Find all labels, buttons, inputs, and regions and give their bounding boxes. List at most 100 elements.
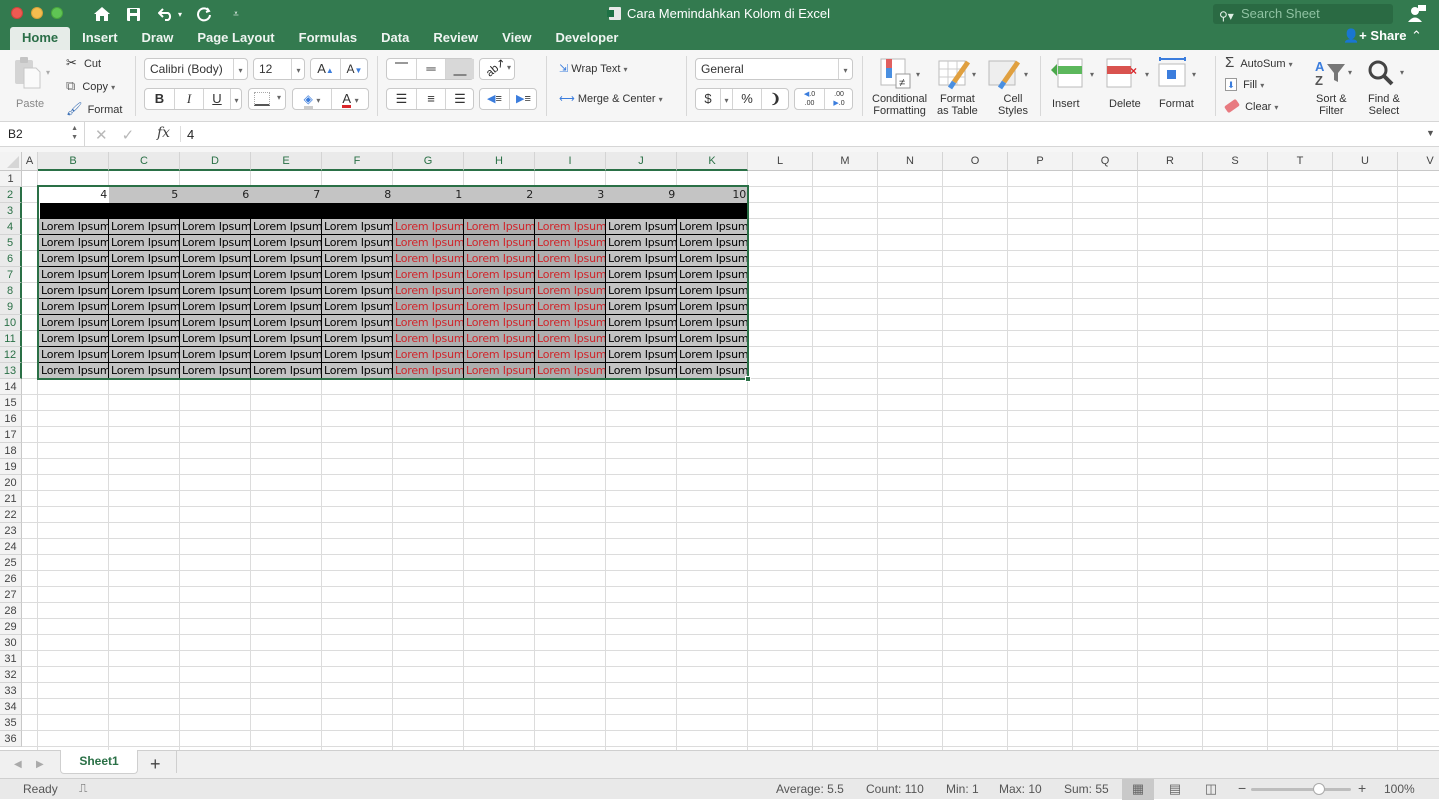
cell-c5[interactable]: Lorem Ipsum bbox=[109, 235, 180, 251]
cell-k9[interactable]: Lorem Ipsum bbox=[677, 299, 748, 315]
cell-d11[interactable]: Lorem Ipsum bbox=[180, 331, 251, 347]
cell-c8[interactable]: Lorem Ipsum bbox=[109, 283, 180, 299]
fill-button[interactable]: ⬇ Fill ▾ bbox=[1225, 78, 1264, 91]
cell-k6[interactable]: Lorem Ipsum bbox=[677, 251, 748, 267]
bold-button[interactable]: B bbox=[145, 89, 174, 109]
align-middle-button[interactable]: ═ bbox=[416, 59, 445, 79]
cell-e2[interactable]: 7 bbox=[251, 187, 322, 203]
row-header-19[interactable]: 19 bbox=[0, 459, 22, 475]
cell-e6[interactable]: Lorem Ipsum bbox=[251, 251, 322, 267]
cell-e8[interactable]: Lorem Ipsum bbox=[251, 283, 322, 299]
row-header-9[interactable]: 9 bbox=[0, 299, 22, 315]
cell-d7[interactable]: Lorem Ipsum bbox=[180, 267, 251, 283]
clear-button[interactable]: Clear ▾ bbox=[1223, 98, 1278, 114]
column-header-j[interactable]: J bbox=[606, 152, 677, 171]
conditional-formatting-button[interactable]: ≠ ▾ Conditional Formatting bbox=[868, 56, 932, 118]
cell-b11[interactable]: Lorem Ipsum bbox=[38, 331, 109, 347]
cell-i2[interactable]: 3 bbox=[535, 187, 606, 203]
spreadsheet-grid[interactable]: A B C D E F G H I J K L M N O P Q R S T U V 1 2 3 4 5 6 7 8 9 10 11 12 13 1… bbox=[0, 152, 1439, 750]
cell-i5[interactable]: Lorem Ipsum bbox=[535, 235, 606, 251]
cell-i4[interactable]: Lorem Ipsum bbox=[535, 219, 606, 235]
select-all-button[interactable] bbox=[0, 152, 22, 171]
cell-h11[interactable]: Lorem Ipsum bbox=[464, 331, 535, 347]
cell-e9[interactable]: Lorem Ipsum bbox=[251, 299, 322, 315]
cell-g4[interactable]: Lorem Ipsum bbox=[393, 219, 464, 235]
cell-j9[interactable]: Lorem Ipsum bbox=[606, 299, 677, 315]
row-header-17[interactable]: 17 bbox=[0, 427, 22, 443]
column-header-d[interactable]: D bbox=[180, 152, 251, 171]
fill-handle[interactable] bbox=[745, 376, 751, 382]
cell-g6[interactable]: Lorem Ipsum bbox=[393, 251, 464, 267]
cell-f11[interactable]: Lorem Ipsum bbox=[322, 331, 393, 347]
cell-i13[interactable]: Lorem Ipsum bbox=[535, 363, 606, 379]
copy-button[interactable]: ⧉ Copy ▾ bbox=[66, 78, 115, 94]
row-header-12[interactable]: 12 bbox=[0, 347, 22, 363]
column-header-h[interactable]: H bbox=[464, 152, 535, 171]
cell-f7[interactable]: Lorem Ipsum bbox=[322, 267, 393, 283]
cell-h5[interactable]: Lorem Ipsum bbox=[464, 235, 535, 251]
column-header-u[interactable]: U bbox=[1333, 152, 1398, 171]
format-as-table-button[interactable]: ▾ Format as Table bbox=[934, 56, 982, 118]
row-header-5[interactable]: 5 bbox=[0, 235, 22, 251]
column-header-p[interactable]: P bbox=[1008, 152, 1073, 171]
sort-filter-button[interactable]: AZ ▾ Sort & Filter bbox=[1312, 56, 1356, 118]
cell-f12[interactable]: Lorem Ipsum bbox=[322, 347, 393, 363]
column-header-e[interactable]: E bbox=[251, 152, 322, 171]
align-bottom-button[interactable]: ⎽ bbox=[445, 59, 474, 79]
row-header-26[interactable]: 26 bbox=[0, 571, 22, 587]
cell-k2[interactable]: 10 bbox=[677, 187, 748, 203]
font-size-select[interactable]: 12 ▾ bbox=[253, 58, 305, 80]
number-format-select[interactable]: General ▾ bbox=[695, 58, 853, 80]
merge-center-button[interactable]: ⟷ Merge & Center ▾ bbox=[559, 92, 663, 105]
row-header-20[interactable]: 20 bbox=[0, 475, 22, 491]
cell-f4[interactable]: Lorem Ipsum bbox=[322, 219, 393, 235]
align-top-button[interactable]: ⎺ bbox=[387, 59, 416, 79]
cell-g7[interactable]: Lorem Ipsum bbox=[393, 267, 464, 283]
cell-f8[interactable]: Lorem Ipsum bbox=[322, 283, 393, 299]
row-header-28[interactable]: 28 bbox=[0, 603, 22, 619]
column-header-f[interactable]: F bbox=[322, 152, 393, 171]
cell-k13[interactable]: Lorem Ipsum bbox=[677, 363, 748, 379]
page-break-view-button[interactable]: ◫ bbox=[1195, 779, 1227, 800]
cell-d5[interactable]: Lorem Ipsum bbox=[180, 235, 251, 251]
cell-c9[interactable]: Lorem Ipsum bbox=[109, 299, 180, 315]
cell-b9[interactable]: Lorem Ipsum bbox=[38, 299, 109, 315]
cell-e5[interactable]: Lorem Ipsum bbox=[251, 235, 322, 251]
row-header-11[interactable]: 11 bbox=[0, 331, 22, 347]
font-name-select[interactable]: Calibri (Body) ▾ bbox=[144, 58, 248, 80]
cell-f10[interactable]: Lorem Ipsum bbox=[322, 315, 393, 331]
cell-h10[interactable]: Lorem Ipsum bbox=[464, 315, 535, 331]
cell-g11[interactable]: Lorem Ipsum bbox=[393, 331, 464, 347]
row-header-13[interactable]: 13 bbox=[0, 363, 22, 379]
cell-g10[interactable]: Lorem Ipsum bbox=[393, 315, 464, 331]
cell-f2[interactable]: 8 bbox=[322, 187, 393, 203]
tab-formulas[interactable]: Formulas bbox=[287, 27, 370, 50]
cell-j2[interactable]: 9 bbox=[606, 187, 677, 203]
tab-draw[interactable]: Draw bbox=[130, 27, 186, 50]
row-header-3[interactable]: 3 bbox=[0, 203, 22, 219]
cell-f13[interactable]: Lorem Ipsum bbox=[322, 363, 393, 379]
row-header-30[interactable]: 30 bbox=[0, 635, 22, 651]
column-header-m[interactable]: M bbox=[813, 152, 878, 171]
cell-e10[interactable]: Lorem Ipsum bbox=[251, 315, 322, 331]
format-painter-button[interactable]: 🖌 Format bbox=[66, 101, 122, 117]
cell-styles-button[interactable]: ▾ Cell Styles bbox=[986, 56, 1034, 118]
row-header-29[interactable]: 29 bbox=[0, 619, 22, 635]
row-header-27[interactable]: 27 bbox=[0, 587, 22, 603]
cell-d10[interactable]: Lorem Ipsum bbox=[180, 315, 251, 331]
italic-button[interactable]: I bbox=[174, 89, 203, 109]
cell-h7[interactable]: Lorem Ipsum bbox=[464, 267, 535, 283]
cell-b5[interactable]: Lorem Ipsum bbox=[38, 235, 109, 251]
zoom-in-button[interactable]: + bbox=[1358, 780, 1366, 796]
decrease-indent-button[interactable]: ◀≡ bbox=[480, 89, 509, 109]
delete-cells-button[interactable]: × ▾ Delete bbox=[1105, 56, 1155, 118]
cell-b7[interactable]: Lorem Ipsum bbox=[38, 267, 109, 283]
previous-sheet-icon[interactable]: ◀ bbox=[14, 759, 22, 770]
row-header-32[interactable]: 32 bbox=[0, 667, 22, 683]
currency-options[interactable]: ▾ bbox=[720, 89, 732, 109]
cell-c2[interactable]: 5 bbox=[109, 187, 180, 203]
cell-h2[interactable]: 2 bbox=[464, 187, 535, 203]
cell-g2[interactable]: 1 bbox=[393, 187, 464, 203]
column-header-s[interactable]: S bbox=[1203, 152, 1268, 171]
column-header-a[interactable]: A bbox=[22, 152, 38, 171]
